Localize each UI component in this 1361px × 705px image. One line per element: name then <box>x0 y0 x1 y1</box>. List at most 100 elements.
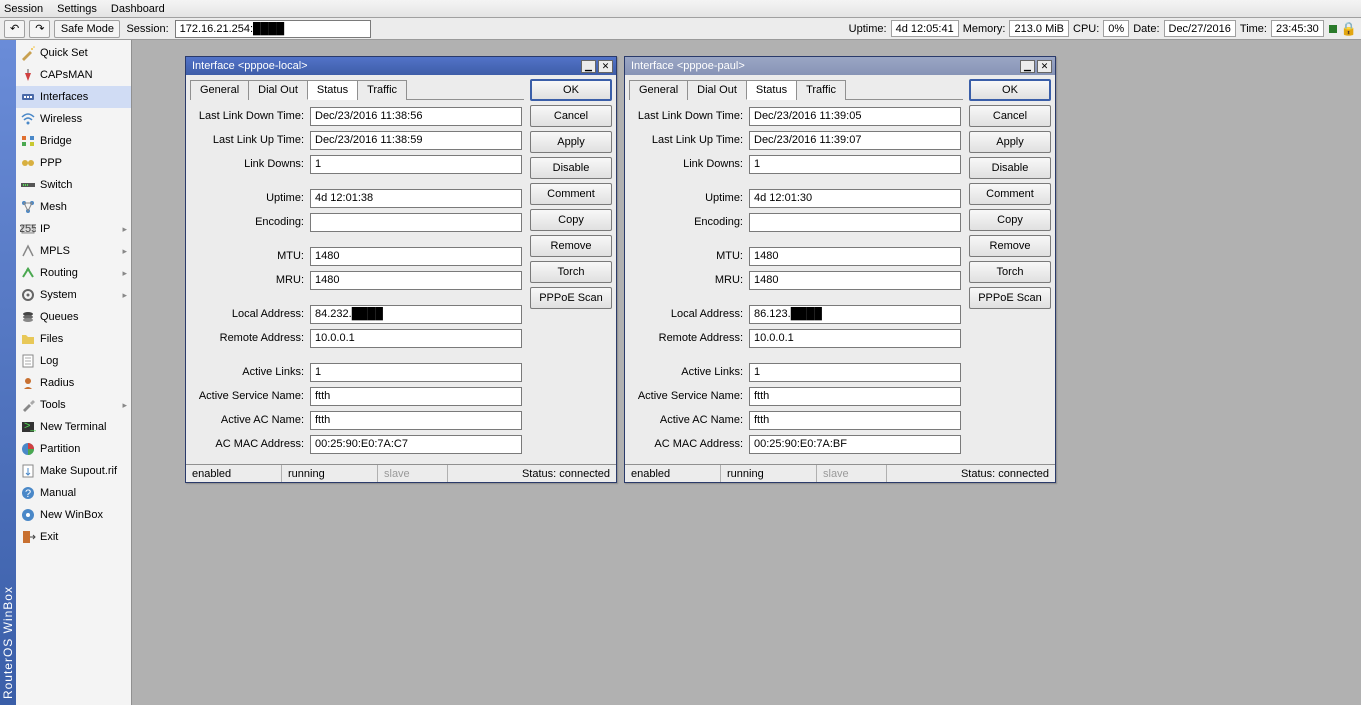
sidebar-item-mesh[interactable]: Mesh <box>16 196 131 218</box>
sidebar-item-interfaces[interactable]: Interfaces <box>16 86 131 108</box>
undo-button[interactable]: ↶ <box>4 20 25 38</box>
sidebar-item-wireless[interactable]: Wireless <box>16 108 131 130</box>
sidebar-item-queues[interactable]: Queues <box>16 306 131 328</box>
apply-button[interactable]: Apply <box>969 131 1051 153</box>
field-row-active-svc: Active Service Name:ftth <box>631 386 961 406</box>
tab-status[interactable]: Status <box>746 80 797 100</box>
field-value-remote-addr: 10.0.0.1 <box>310 329 522 348</box>
remove-button[interactable]: Remove <box>969 235 1051 257</box>
cancel-button[interactable]: Cancel <box>969 105 1051 127</box>
scan-button[interactable]: PPPoE Scan <box>530 287 612 309</box>
field-value-ac-mac: 00:25:90:E0:7A:C7 <box>310 435 522 454</box>
close-button[interactable]: ✕ <box>1037 60 1052 73</box>
antenna-icon <box>20 67 36 83</box>
redo-button[interactable]: ↷ <box>29 20 50 38</box>
bridge-icon <box>20 133 36 149</box>
session-field[interactable]: 172.16.21.254:████ <box>175 20 371 38</box>
apply-button[interactable]: Apply <box>530 131 612 153</box>
sidebar-item-exit[interactable]: Exit <box>16 526 131 548</box>
lock-icon: 🔒 <box>1341 21 1357 37</box>
copy-button[interactable]: Copy <box>530 209 612 231</box>
field-label: Last Link Down Time: <box>192 110 310 122</box>
field-value-encoding <box>749 213 961 232</box>
sidebar-item-log[interactable]: Log <box>16 350 131 372</box>
disable-button[interactable]: Disable <box>530 157 612 179</box>
sidebar-item-routing[interactable]: Routing▸ <box>16 262 131 284</box>
cancel-button[interactable]: Cancel <box>530 105 612 127</box>
sidebar-item-label: CAPsMAN <box>40 69 93 81</box>
tab-status[interactable]: Status <box>307 80 358 100</box>
window-titlebar[interactable]: Interface <pppoe-local>▁✕ <box>186 57 616 75</box>
torch-button[interactable]: Torch <box>969 261 1051 283</box>
radius-icon <box>20 375 36 391</box>
minimize-button[interactable]: ▁ <box>581 60 596 73</box>
sidebar-item-tools[interactable]: Tools▸ <box>16 394 131 416</box>
tab-general[interactable]: General <box>629 80 688 100</box>
menu-dashboard[interactable]: Dashboard <box>111 3 165 15</box>
ok-button[interactable]: OK <box>969 79 1051 101</box>
safe-mode-button[interactable]: Safe Mode <box>54 20 120 38</box>
switch-icon <box>20 177 36 193</box>
window-title: Interface <pppoe-paul> <box>631 60 745 72</box>
sidebar-item-switch[interactable]: Switch <box>16 174 131 196</box>
tab-dial-out[interactable]: Dial Out <box>248 80 308 100</box>
sidebar-item-new-terminal[interactable]: >_New Terminal <box>16 416 131 438</box>
remove-button[interactable]: Remove <box>530 235 612 257</box>
window-tabs: GeneralDial OutStatusTraffic <box>190 79 524 100</box>
sidebar-item-capsman[interactable]: CAPsMAN <box>16 64 131 86</box>
sidebar-item-ppp[interactable]: PPP <box>16 152 131 174</box>
sidebar-item-partition[interactable]: Partition <box>16 438 131 460</box>
scan-button[interactable]: PPPoE Scan <box>969 287 1051 309</box>
field-label: MRU: <box>631 274 749 286</box>
sidebar-item-bridge[interactable]: Bridge <box>16 130 131 152</box>
date-value: Dec/27/2016 <box>1164 20 1236 37</box>
sidebar-item-radius[interactable]: Radius <box>16 372 131 394</box>
tab-general[interactable]: General <box>190 80 249 100</box>
field-label: Uptime: <box>192 192 310 204</box>
field-value-mru: 1480 <box>749 271 961 290</box>
sidebar-item-new-winbox[interactable]: New WinBox <box>16 504 131 526</box>
field-label: Local Address: <box>631 308 749 320</box>
torch-button[interactable]: Torch <box>530 261 612 283</box>
field-row-ac-mac: AC MAC Address:00:25:90:E0:7A:BF <box>631 434 961 454</box>
sidebar-item-label: Log <box>40 355 58 367</box>
tab-traffic[interactable]: Traffic <box>357 80 407 100</box>
log-icon <box>20 353 36 369</box>
field-row-last-down: Last Link Down Time:Dec/23/2016 11:38:56 <box>192 106 522 126</box>
close-button[interactable]: ✕ <box>598 60 613 73</box>
field-row-mtu: MTU:1480 <box>631 246 961 266</box>
sidebar-item-ip[interactable]: 255IP▸ <box>16 218 131 240</box>
copy-button[interactable]: Copy <box>969 209 1051 231</box>
disable-button[interactable]: Disable <box>969 157 1051 179</box>
field-value-encoding <box>310 213 522 232</box>
field-label: Last Link Up Time: <box>631 134 749 146</box>
field-label: Encoding: <box>192 216 310 228</box>
minimize-button[interactable]: ▁ <box>1020 60 1035 73</box>
sidebar-item-label: Queues <box>40 311 79 323</box>
ok-button[interactable]: OK <box>530 79 612 101</box>
sidebar-item-label: Mesh <box>40 201 67 213</box>
sidebar-item-mpls[interactable]: MPLS▸ <box>16 240 131 262</box>
tab-traffic[interactable]: Traffic <box>796 80 846 100</box>
footer-slave: slave <box>378 465 448 482</box>
field-row-active-links: Active Links:1 <box>631 362 961 382</box>
field-row-encoding: Encoding: <box>631 212 961 232</box>
comment-button[interactable]: Comment <box>530 183 612 205</box>
field-value-active-ac: ftth <box>749 411 961 430</box>
comment-button[interactable]: Comment <box>969 183 1051 205</box>
menu-session[interactable]: Session <box>4 3 43 15</box>
sidebar-item-quick-set[interactable]: Quick Set <box>16 42 131 64</box>
sidebar-item-label: New WinBox <box>40 509 103 521</box>
cpu-value: 0% <box>1103 20 1129 37</box>
window-titlebar[interactable]: Interface <pppoe-paul> ▁✕ <box>625 57 1055 75</box>
menu-bar: Session Settings Dashboard <box>0 0 1361 18</box>
tab-dial-out[interactable]: Dial Out <box>687 80 747 100</box>
sidebar-item-files[interactable]: Files <box>16 328 131 350</box>
sidebar-item-system[interactable]: System▸ <box>16 284 131 306</box>
sidebar-item-make-supout-rif[interactable]: Make Supout.rif <box>16 460 131 482</box>
field-row-last-up: Last Link Up Time:Dec/23/2016 11:39:07 <box>631 130 961 150</box>
menu-settings[interactable]: Settings <box>57 3 97 15</box>
sidebar-item-manual[interactable]: ?Manual <box>16 482 131 504</box>
field-row-uptime: Uptime:4d 12:01:38 <box>192 188 522 208</box>
field-row-local-addr: Local Address:86.123.████ <box>631 304 961 324</box>
